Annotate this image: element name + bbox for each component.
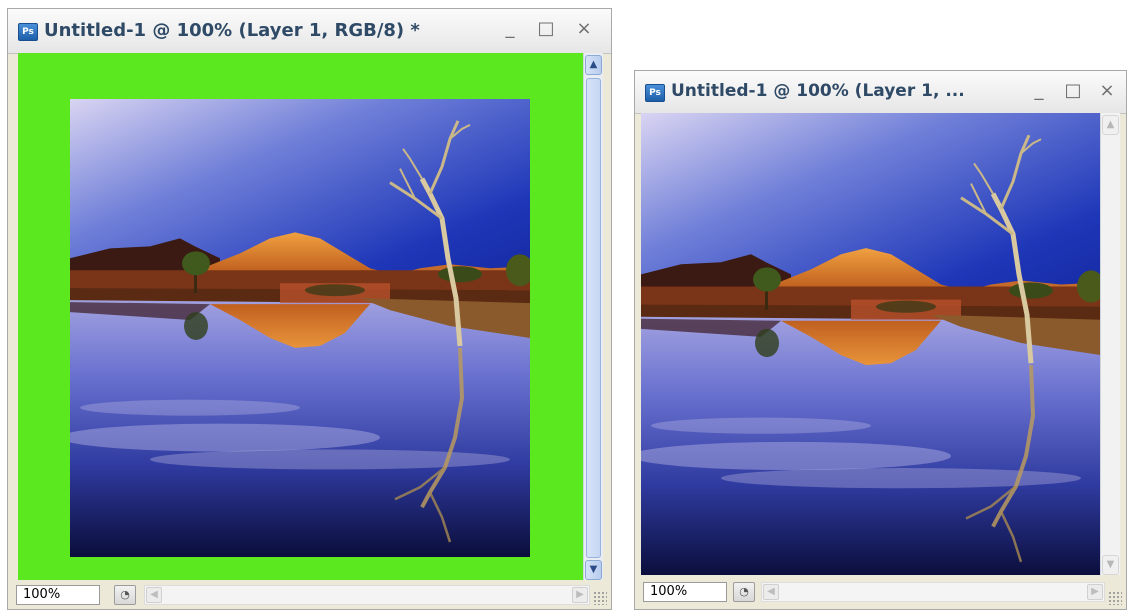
chevron-down-icon[interactable]: ▼ bbox=[585, 560, 602, 580]
chevron-down-icon[interactable]: ▼ bbox=[1102, 555, 1119, 575]
document-window-1[interactable]: Ps Untitled-1 @ 100% (Layer 1, RGB/8) * … bbox=[7, 8, 612, 610]
horizontal-scrollbar[interactable]: ◀ ▶ bbox=[761, 582, 1105, 602]
landscape-photo bbox=[641, 113, 1101, 577]
status-bar: 100% ◔ ◀ ▶ bbox=[635, 575, 1126, 609]
chevron-up-icon[interactable]: ▲ bbox=[1102, 115, 1119, 135]
document-window-2[interactable]: Ps Untitled-1 @ 100% (Layer 1, ... _ □ ×… bbox=[634, 70, 1127, 610]
document-status-icon[interactable]: ◔ bbox=[733, 582, 755, 602]
resize-grip-icon[interactable] bbox=[1108, 591, 1122, 605]
chevron-left-icon[interactable]: ◀ bbox=[146, 587, 162, 603]
landscape-photo bbox=[70, 99, 530, 557]
chevron-left-icon[interactable]: ◀ bbox=[763, 584, 779, 600]
zoom-field[interactable]: 100% bbox=[16, 585, 100, 605]
close-button[interactable]: × bbox=[1097, 79, 1117, 103]
window-title: Untitled-1 @ 100% (Layer 1, ... bbox=[671, 81, 965, 101]
canvas-area[interactable] bbox=[641, 113, 1101, 577]
chevron-right-icon[interactable]: ▶ bbox=[572, 587, 588, 603]
title-bar[interactable]: Ps Untitled-1 @ 100% (Layer 1, RGB/8) * … bbox=[8, 9, 611, 54]
maximize-button[interactable]: □ bbox=[1063, 79, 1083, 103]
vertical-scrollbar[interactable]: ▲ ▼ bbox=[583, 53, 603, 582]
close-button[interactable]: × bbox=[574, 17, 594, 41]
layer-image bbox=[70, 99, 530, 557]
maximize-button[interactable]: □ bbox=[536, 17, 556, 41]
title-bar[interactable]: Ps Untitled-1 @ 100% (Layer 1, ... _ □ × bbox=[635, 71, 1126, 114]
document-status-icon[interactable]: ◔ bbox=[114, 585, 136, 605]
horizontal-scrollbar[interactable]: ◀ ▶ bbox=[144, 585, 590, 605]
window-title: Untitled-1 @ 100% (Layer 1, RGB/8) * bbox=[44, 20, 420, 41]
zoom-field[interactable]: 100% bbox=[643, 582, 727, 602]
chevron-up-icon[interactable]: ▲ bbox=[585, 55, 602, 75]
photoshop-icon: Ps bbox=[18, 23, 38, 41]
status-bar: 100% ◔ ◀ ▶ bbox=[8, 580, 611, 609]
vertical-scrollbar[interactable]: ▲ ▼ bbox=[1100, 113, 1120, 577]
scroll-thumb[interactable] bbox=[586, 78, 601, 558]
minimize-button[interactable]: _ bbox=[500, 17, 520, 41]
minimize-button[interactable]: _ bbox=[1029, 79, 1049, 103]
resize-grip-icon[interactable] bbox=[593, 591, 607, 605]
canvas-area[interactable] bbox=[18, 53, 583, 582]
layer-image bbox=[641, 113, 1101, 577]
photoshop-icon: Ps bbox=[645, 84, 665, 102]
chevron-right-icon[interactable]: ▶ bbox=[1087, 584, 1103, 600]
